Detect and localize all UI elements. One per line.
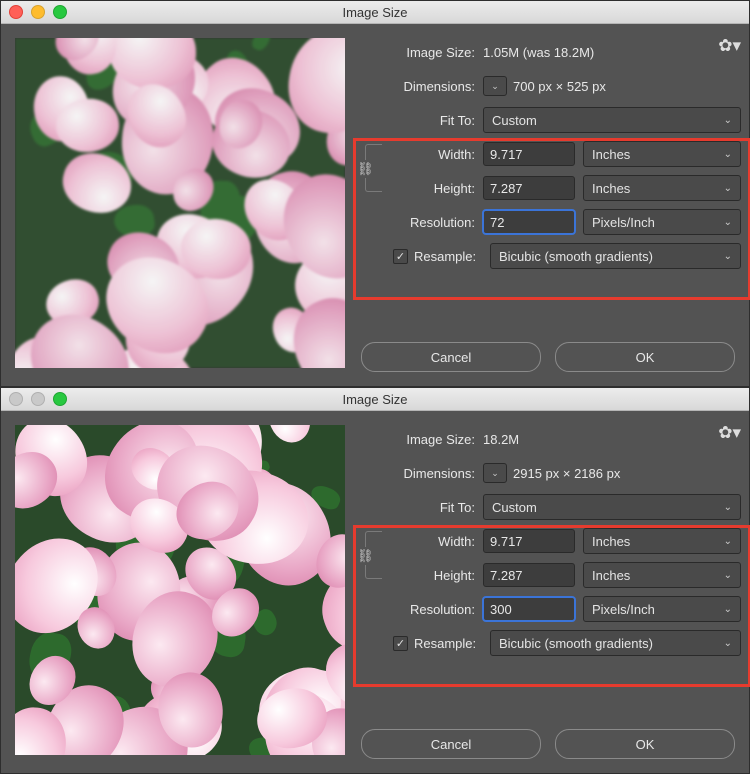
dimensions-value: 2915 px × 2186 px: [513, 466, 620, 481]
image-size-dialog: Image Size ✿▾ Image Size: 1.05M (was 18.…: [0, 0, 750, 387]
chevron-down-icon: ⌄: [724, 570, 732, 581]
window-zoom-button[interactable]: [53, 5, 67, 19]
width-input[interactable]: 9.717: [483, 529, 575, 553]
fit-to-label: Fit To:: [359, 113, 483, 128]
dimensions-label: Dimensions:: [359, 79, 483, 94]
chevron-down-icon: ⌄: [724, 149, 732, 160]
window-minimize-button[interactable]: [31, 5, 45, 19]
fit-to-select[interactable]: Custom ⌄: [483, 107, 741, 133]
titlebar[interactable]: Image Size: [1, 388, 749, 411]
resample-checkbox[interactable]: ✓: [393, 249, 408, 264]
chevron-down-icon: ⌄: [724, 638, 732, 649]
window-title: Image Size: [1, 5, 749, 20]
window-close-button[interactable]: [9, 5, 23, 19]
chevron-down-icon: ⌄: [724, 604, 732, 615]
width-input[interactable]: 9.717: [483, 142, 575, 166]
resample-select[interactable]: Bicubic (smooth gradients) ⌄: [490, 243, 741, 269]
height-input[interactable]: 7.287: [483, 176, 575, 200]
link-icon[interactable]: ⛓: [357, 160, 374, 178]
resample-select[interactable]: Bicubic (smooth gradients) ⌄: [490, 630, 741, 656]
chevron-down-icon: ⌄: [724, 502, 732, 513]
height-label: Height:: [389, 568, 483, 583]
ok-button[interactable]: OK: [555, 342, 735, 372]
height-input[interactable]: 7.287: [483, 563, 575, 587]
image-size-value: 1.05M (was 18.2M): [483, 45, 594, 60]
window-title: Image Size: [1, 392, 749, 407]
gear-icon[interactable]: ✿▾: [718, 36, 741, 56]
link-icon[interactable]: ⛓: [357, 547, 374, 565]
window-close-button[interactable]: [9, 392, 23, 406]
width-unit-select[interactable]: Inches ⌄: [583, 141, 741, 167]
width-unit-select[interactable]: Inches ⌄: [583, 528, 741, 554]
titlebar[interactable]: Image Size: [1, 1, 749, 24]
image-size-label: Image Size:: [359, 432, 483, 447]
window-zoom-button[interactable]: [53, 392, 67, 406]
height-unit-select[interactable]: Inches ⌄: [583, 175, 741, 201]
chevron-down-icon: ⌄: [491, 81, 499, 92]
resolution-unit-select[interactable]: Pixels/Inch ⌄: [583, 209, 741, 235]
dimensions-unit-button[interactable]: ⌄: [483, 76, 507, 96]
width-label: Width:: [389, 534, 483, 549]
resolution-unit-select[interactable]: Pixels/Inch ⌄: [583, 596, 741, 622]
fit-to-label: Fit To:: [359, 500, 483, 515]
chevron-down-icon: ⌄: [724, 251, 732, 262]
image-preview: [15, 38, 345, 368]
ok-button[interactable]: OK: [555, 729, 735, 759]
resample-checkbox[interactable]: ✓: [393, 636, 408, 651]
image-size-dialog: Image Size ✿▾ Image Size: 18.2M Dimensio…: [0, 387, 750, 774]
dimensions-unit-button[interactable]: ⌄: [483, 463, 507, 483]
dimensions-value: 700 px × 525 px: [513, 79, 606, 94]
cancel-button[interactable]: Cancel: [361, 729, 541, 759]
image-size-label: Image Size:: [359, 45, 483, 60]
gear-icon[interactable]: ✿▾: [718, 423, 741, 443]
resample-label: Resample:: [414, 249, 484, 264]
chevron-down-icon: ⌄: [491, 468, 499, 479]
fit-to-select[interactable]: Custom ⌄: [483, 494, 741, 520]
chevron-down-icon: ⌄: [724, 115, 732, 126]
resample-label: Resample:: [414, 636, 484, 651]
height-unit-select[interactable]: Inches ⌄: [583, 562, 741, 588]
image-preview: [15, 425, 345, 755]
resolution-input[interactable]: 300: [483, 597, 575, 621]
window-minimize-button[interactable]: [31, 392, 45, 406]
resolution-input[interactable]: 72: [483, 210, 575, 234]
cancel-button[interactable]: Cancel: [361, 342, 541, 372]
resolution-label: Resolution:: [389, 215, 483, 230]
width-label: Width:: [389, 147, 483, 162]
dimensions-label: Dimensions:: [359, 466, 483, 481]
resolution-label: Resolution:: [389, 602, 483, 617]
chevron-down-icon: ⌄: [724, 183, 732, 194]
chevron-down-icon: ⌄: [724, 217, 732, 228]
chevron-down-icon: ⌄: [724, 536, 732, 547]
image-size-value: 18.2M: [483, 432, 519, 447]
height-label: Height:: [389, 181, 483, 196]
